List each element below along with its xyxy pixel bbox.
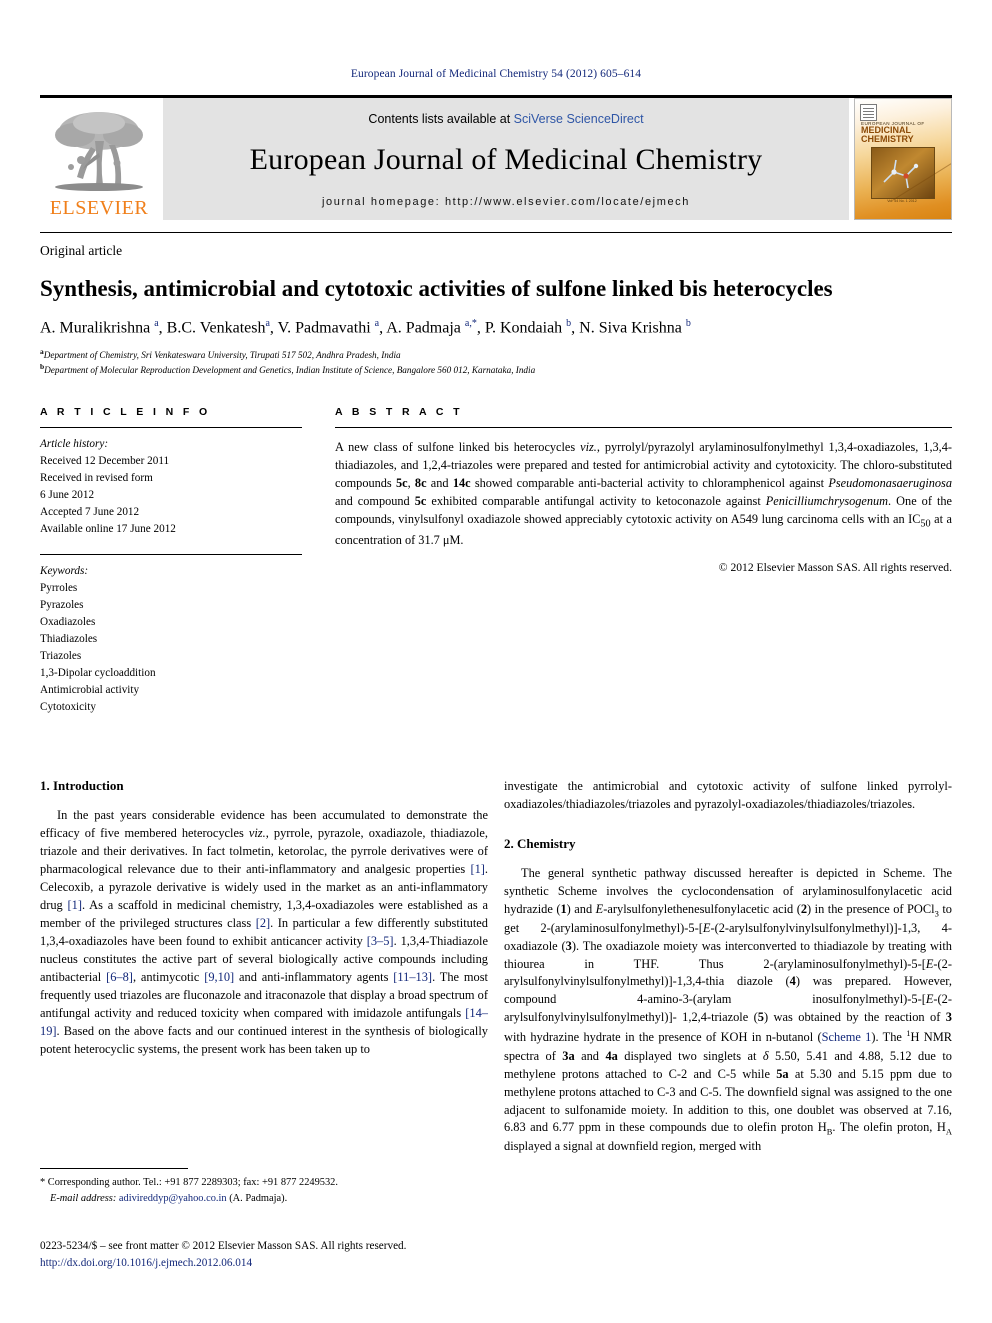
history-item: Available online 17 June 2012	[40, 522, 176, 535]
journal-banner: Contents lists available at SciVerse Sci…	[163, 98, 849, 220]
article-history: Article history: Received 12 December 20…	[40, 436, 302, 538]
history-item: Received 12 December 2011	[40, 454, 170, 467]
paper-page: European Journal of Medicinal Chemistry …	[0, 0, 992, 1323]
chemistry-paragraph: The general synthetic pathway discussed …	[504, 865, 952, 1154]
keyword-item: 1,3-Dipolar cycloaddition	[40, 666, 156, 679]
introduction-paragraph-left: In the past years considerable evidence …	[40, 807, 489, 1056]
article-type-label: Original article	[40, 243, 123, 258]
history-item: 6 June 2012	[40, 488, 95, 501]
corresponding-author-line: * Corresponding author. Tel.: +91 877 22…	[40, 1177, 338, 1188]
section-title-chemistry: 2. Chemistry	[504, 835, 576, 851]
footnote-rule	[40, 1168, 188, 1169]
article-content: Original article Synthesis, antimicrobia…	[40, 232, 952, 1156]
abstract-text: A new class of sulfone linked bis hetero…	[335, 439, 952, 548]
article-info-heading: A R T I C L E I N F O	[40, 405, 211, 418]
affiliations: aDepartment of Chemistry, Sri Venkateswa…	[40, 347, 952, 378]
keywords-title: Keywords:	[40, 564, 89, 577]
contents-available-line: Contents lists available at SciVerse Sci…	[368, 112, 643, 126]
introduction-paragraph-right: investigate the antimicrobial and cytoto…	[504, 778, 952, 811]
journal-masthead: ELSEVIER Contents lists available at Sci…	[40, 95, 952, 220]
affiliation-a: aDepartment of Chemistry, Sri Venkateswa…	[40, 346, 401, 360]
keyword-item: Pyrazoles	[40, 598, 84, 611]
history-item: Accepted 7 June 2012	[40, 505, 140, 518]
body-column-left: 1. Introduction In the past years consid…	[40, 778, 488, 1156]
keywords-rule	[40, 553, 302, 555]
email-address-label: E-mail address:	[50, 1192, 117, 1204]
keyword-item: Antimicrobial activity	[40, 683, 140, 696]
keyword-item: Thiadiazoles	[40, 632, 98, 645]
info-abstract-block: A R T I C L E I N F O Article history: R…	[40, 406, 952, 716]
sciencedirect-link[interactable]: SciVerse ScienceDirect	[514, 112, 644, 126]
cover-title: EUROPEAN JOURNAL OF MEDICINAL CHEMISTRY	[861, 121, 945, 145]
article-history-title: Article history:	[40, 437, 109, 450]
front-matter-block: 0223-5234/$ – see front matter © 2012 El…	[40, 1238, 510, 1272]
abstract-column: A B S T R A C T A new class of sulfone l…	[335, 406, 952, 716]
elsevier-tree-icon	[55, 112, 143, 191]
keyword-item: Pyrroles	[40, 581, 78, 594]
running-head: European Journal of Medicinal Chemistry …	[350, 68, 642, 80]
corresponding-author-note: * Corresponding author. Tel.: +91 877 22…	[40, 1175, 488, 1206]
section-title-introduction: 1. Introduction	[40, 777, 124, 793]
footnote-block: * Corresponding author. Tel.: +91 877 22…	[40, 1168, 488, 1206]
history-item: Received in revised form	[40, 471, 153, 484]
page-title: Synthesis, antimicrobial and cytotoxic a…	[40, 276, 833, 301]
article-info-rule	[40, 426, 302, 428]
elsevier-logo: ELSEVIER	[40, 98, 158, 220]
article-info-column: A R T I C L E I N F O Article history: R…	[40, 406, 302, 716]
keywords-block: Keywords: Pyrroles Pyrazoles Oxadiazoles…	[40, 563, 302, 716]
keyword-item: Triazoles	[40, 649, 82, 662]
masthead-divider	[40, 232, 952, 233]
email-owner: (A. Padmaja).	[229, 1192, 288, 1204]
cover-title-line2: MEDICINAL CHEMISTRY	[861, 125, 914, 145]
body-columns: 1. Introduction In the past years consid…	[40, 778, 952, 1156]
journal-homepage-link[interactable]: journal homepage: http://www.elsevier.co…	[322, 196, 690, 208]
author-list: A. Muralikrishna a, B.C. Venkatesha, V. …	[40, 318, 691, 337]
affiliation-b: bDepartment of Molecular Reproduction De…	[40, 362, 536, 376]
body-column-right: investigate the antimicrobial and cytoto…	[504, 778, 952, 1156]
abstract-copyright: © 2012 Elsevier Masson SAS. All rights r…	[718, 561, 952, 575]
abstract-rule	[335, 426, 952, 428]
abstract-heading: A B S T R A C T	[335, 405, 463, 418]
cover-elsevier-mark-icon	[860, 104, 877, 121]
keyword-item: Cytotoxicity	[40, 700, 96, 713]
elsevier-wordmark: ELSEVIER	[49, 197, 149, 219]
journal-cover-thumbnail[interactable]: EUROPEAN JOURNAL OF MEDICINAL CHEMISTRY	[854, 98, 952, 220]
doi-link[interactable]: http://dx.doi.org/10.1016/j.ejmech.2012.…	[40, 1255, 510, 1272]
contents-prefix: Contents lists available at	[368, 111, 514, 126]
front-matter-line: 0223-5234/$ – see front matter © 2012 El…	[40, 1240, 407, 1252]
keyword-item: Oxadiazoles	[40, 615, 96, 628]
email-address-link[interactable]: adivireddyp@yahoo.co.in	[119, 1193, 227, 1204]
journal-title: European Journal of Medicinal Chemistry	[249, 142, 763, 176]
